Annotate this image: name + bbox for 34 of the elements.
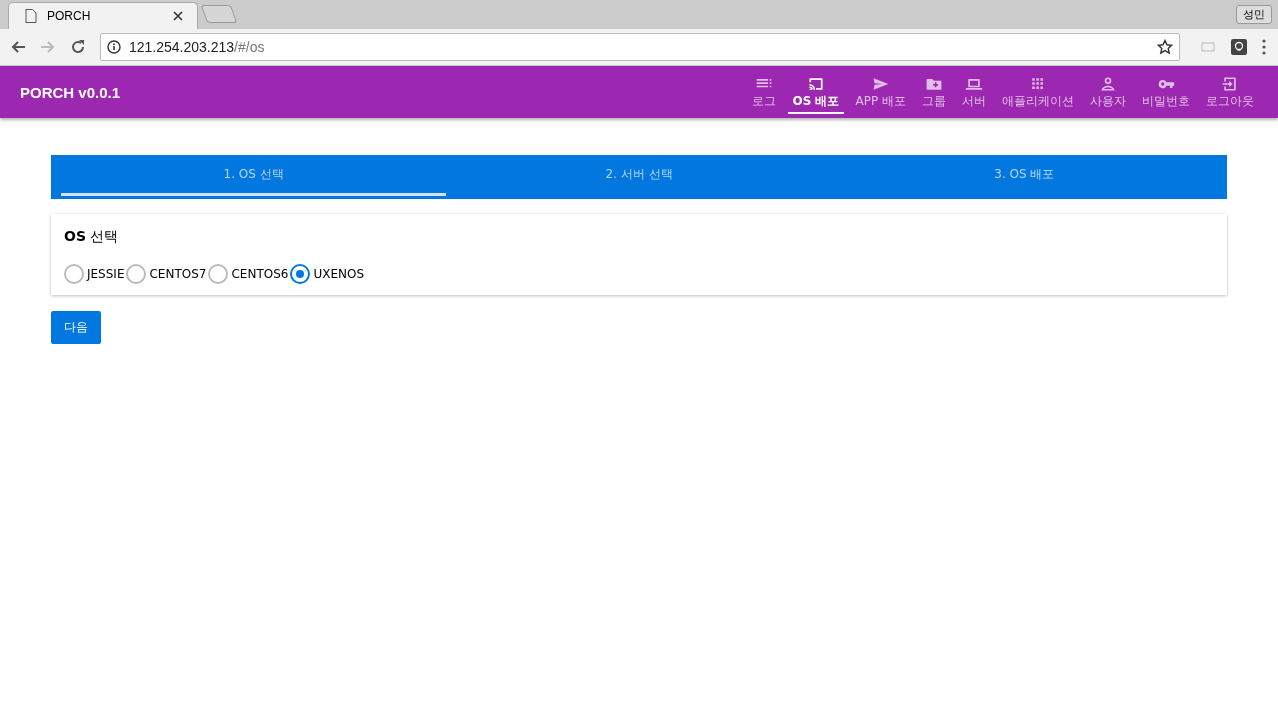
- nav-tab[interactable]: 애플리케이션: [998, 70, 1078, 114]
- radio-circle[interactable]: [126, 264, 147, 284]
- profile-button[interactable]: 성민: [1236, 5, 1272, 24]
- nav-tab[interactable]: 비밀번호: [1138, 70, 1194, 114]
- nav-icon: [1221, 74, 1239, 93]
- reload-icon[interactable]: [70, 39, 86, 55]
- nav-tab[interactable]: 사용자: [1086, 70, 1130, 114]
- nav-tab[interactable]: 로그: [748, 70, 781, 114]
- info-icon: [107, 40, 121, 54]
- radio-circle[interactable]: [290, 264, 311, 284]
- next-button[interactable]: 다음: [51, 311, 101, 344]
- os-radio-option[interactable]: JESSIE: [64, 264, 125, 284]
- document-icon: [25, 9, 37, 23]
- radio-circle[interactable]: [208, 264, 229, 284]
- step-tab[interactable]: 1. OS 선택: [61, 155, 447, 196]
- nav-tab[interactable]: 그룹: [918, 70, 950, 114]
- address-bar[interactable]: 121.254.203.213/#/os: [100, 33, 1180, 61]
- nav-tab[interactable]: 로그아웃: [1202, 70, 1258, 114]
- radio-circle[interactable]: [64, 264, 84, 284]
- os-radio-option[interactable]: CENTOS6: [208, 264, 289, 284]
- os-radio-option[interactable]: CENTOS7: [126, 264, 207, 284]
- close-icon[interactable]: [173, 11, 183, 21]
- nav-tab[interactable]: APP 배포: [851, 70, 910, 114]
- browser-tab[interactable]: PORCH: [8, 2, 198, 29]
- star-icon[interactable]: [1157, 39, 1173, 55]
- nav-tab[interactable]: OS 배포: [788, 70, 844, 114]
- nav-tab[interactable]: 서버: [958, 70, 990, 114]
- step-tab[interactable]: 2. 서버 선택: [446, 155, 832, 196]
- step-tab[interactable]: 3. OS 배포: [831, 155, 1217, 196]
- os-radio-option[interactable]: UXENOS: [290, 264, 365, 284]
- card-title: OS 선택: [64, 228, 120, 246]
- app-title: PORCH v0.0.1: [20, 83, 121, 101]
- menu-icon[interactable]: [1262, 39, 1266, 55]
- back-arrow-icon[interactable]: [10, 39, 26, 55]
